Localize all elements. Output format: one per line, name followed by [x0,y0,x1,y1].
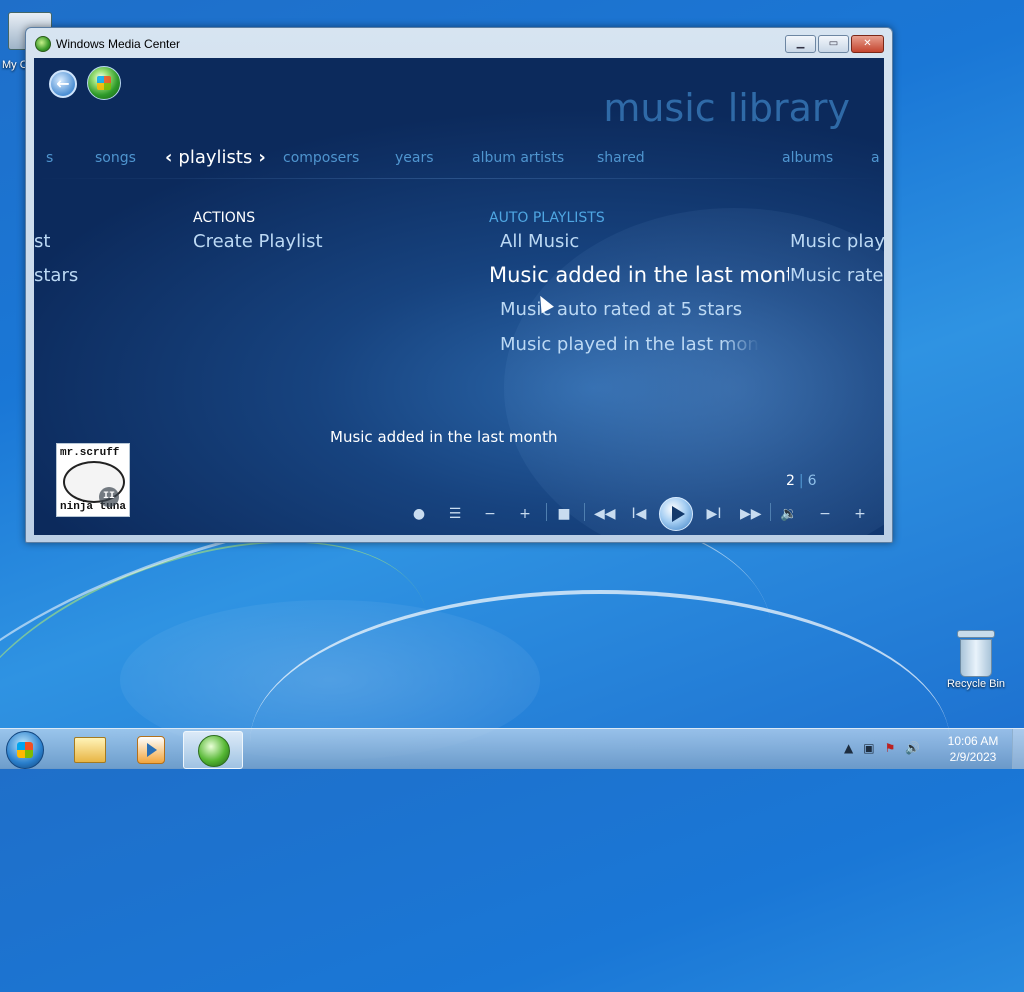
playlist-item-partial[interactable]: Music play [790,231,884,252]
action-center-flag-icon[interactable]: ⚑ [885,741,896,755]
playlist-item-partial[interactable]: stars [34,265,78,286]
start-button[interactable] [6,731,44,769]
nav-item-album-artists[interactable]: album artists [472,150,564,166]
taskbar-media-player-button[interactable] [122,731,180,767]
nav-item-label: playlists [178,147,253,168]
playlist-item-partial[interactable]: st [34,231,50,252]
close-button[interactable]: ✕ [851,35,884,53]
desktop-icon-recycle-bin[interactable]: Recycle Bin [938,630,1014,690]
nav-item-playlists[interactable]: ‹ playlists › [159,147,272,168]
desktop-icon-label: Recycle Bin [946,678,1006,690]
background-light-beam [504,208,884,535]
nav-item-composers[interactable]: composers [283,150,359,166]
taskbar: ▲ ▣ ⚑ 🔊 10:06 AM 2/9/2023 [0,728,1024,769]
zoom-out-icon[interactable]: − [481,505,499,523]
separator [584,503,585,521]
transport-controls: ● ☰ − + ■ ◀◀ I◀ ▶I ▶▶ 🔉 − + [34,497,884,531]
taskbar-clock[interactable]: 10:06 AM 2/9/2023 [938,733,1008,765]
clock-date: 2/9/2023 [949,750,997,764]
playlist-item-all-music[interactable]: All Music [500,231,579,252]
stop-icon[interactable]: ■ [555,505,573,523]
rewind-icon[interactable]: ◀◀ [594,505,616,523]
album-art-text: mr.scruff [60,447,120,459]
volume-down-icon[interactable]: − [816,505,834,523]
play-button[interactable] [659,497,693,531]
media-center-content: ← music library s songs ‹ playlists › comp… [34,58,884,535]
taskbar-explorer-button[interactable] [60,731,118,767]
chevron-left-icon[interactable]: ‹ [165,147,172,168]
nav-item-partial-right[interactable]: a [871,150,880,166]
zoom-in-icon[interactable]: + [516,505,534,523]
chevron-right-icon[interactable]: › [258,147,265,168]
focused-item-caption: Music added in the last month [330,428,558,446]
maximize-button[interactable]: ▭ [818,35,849,53]
show-desktop-button[interactable] [1012,729,1024,769]
nav-item-albums[interactable]: albums [782,150,833,166]
playlist-item-partial[interactable]: Music rate [790,265,884,286]
record-icon[interactable]: ● [410,505,428,523]
nav-item-partial-left[interactable]: s [46,150,53,166]
separator [546,503,547,521]
volume-icon[interactable]: 🔉 [780,505,798,523]
library-pivot-nav: s songs ‹ playlists › composers years albu… [34,147,884,172]
network-icon[interactable]: ▣ [863,741,874,755]
next-track-icon[interactable]: ▶I [705,505,723,523]
volume-up-icon[interactable]: + [851,505,869,523]
media-center-window: Windows Media Center ▁ ▭ ✕ ← music libra… [25,27,893,543]
window-titlebar[interactable]: Windows Media Center ▁ ▭ ✕ [26,28,892,58]
back-button[interactable]: ← [49,70,77,98]
actions-header: ACTIONS [193,210,256,226]
media-center-icon [198,735,230,767]
nav-item-shared[interactable]: shared [597,150,645,166]
playlist-item-added-last-month[interactable]: Music added in the last mont [489,263,789,287]
start-orb-button[interactable] [87,66,121,100]
desktop-icon-label: My C [2,59,28,71]
fast-forward-icon[interactable]: ▶▶ [740,505,762,523]
separator [770,503,771,521]
page-total: 6 [807,473,817,489]
show-hidden-icons-icon[interactable]: ▲ [844,741,853,755]
speaker-icon[interactable]: 🔊 [905,741,920,755]
create-playlist-button[interactable]: Create Playlist [193,231,323,252]
auto-playlists-header: AUTO PLAYLISTS [489,210,605,226]
page-title: music library [603,86,850,130]
playlist-item-played-last-month[interactable]: Music played in the last mon [500,334,760,355]
folder-icon [74,737,106,763]
taskbar-media-center-button[interactable] [183,731,243,769]
nav-item-songs[interactable]: songs [95,150,136,166]
clock-time: 10:06 AM [947,734,999,748]
minimize-button[interactable]: ▁ [785,35,816,53]
page-indicator: 2 | 6 [786,473,817,489]
menu-icon[interactable]: ☰ [446,505,464,523]
media-center-icon [35,36,51,52]
notification-area: ▲ ▣ ⚑ 🔊 [844,741,920,755]
page-current: 2 [786,473,795,489]
nav-item-years[interactable]: years [395,150,434,166]
media-player-icon [137,736,165,764]
previous-track-icon[interactable]: I◀ [630,505,648,523]
window-title: Windows Media Center [56,37,181,51]
recycle-bin-icon [957,630,995,677]
